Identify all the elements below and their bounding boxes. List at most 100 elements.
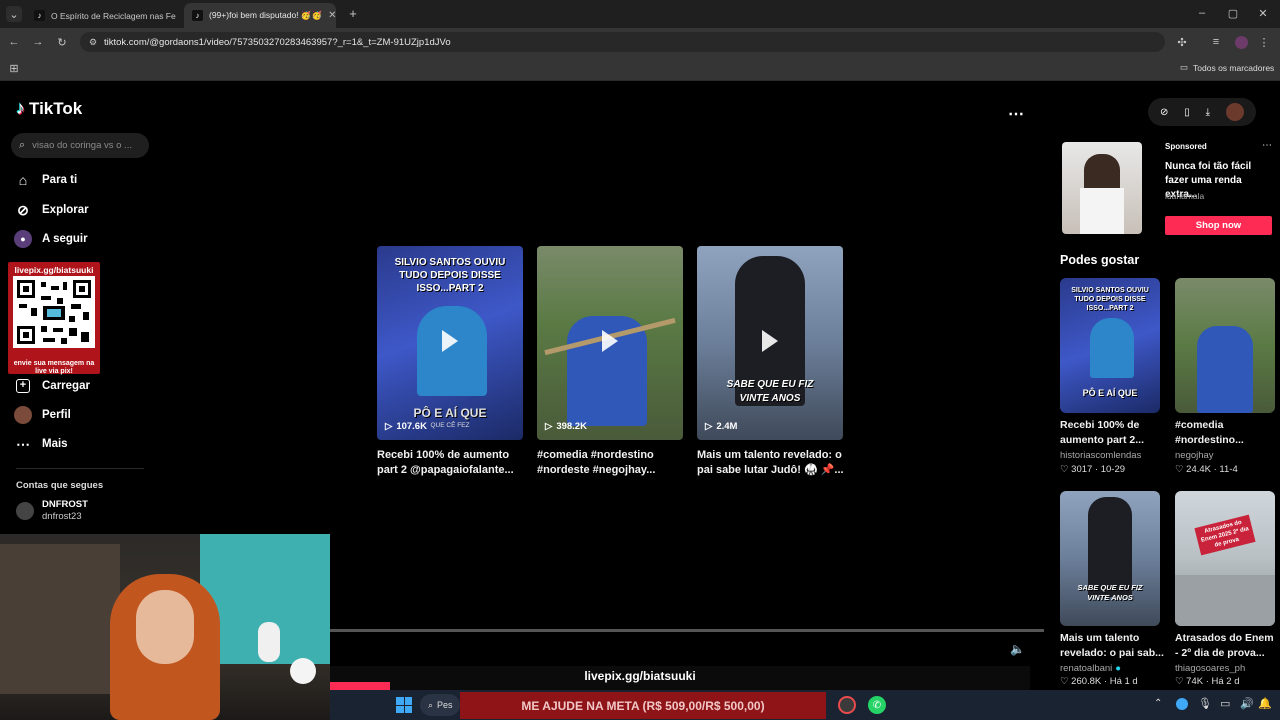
suggestion-caption[interactable]: Recebi 100% de aumento part 2... bbox=[1060, 418, 1165, 448]
tray-app-icon[interactable] bbox=[1176, 698, 1188, 710]
upload-icon: + bbox=[16, 379, 30, 393]
suggestion-user[interactable]: historiascomlendas bbox=[1060, 450, 1141, 461]
play-icon[interactable] bbox=[602, 330, 618, 352]
banner-accent bbox=[330, 682, 390, 690]
volume-icon[interactable]: 🔈 bbox=[1010, 642, 1025, 656]
all-bookmarks-button[interactable]: ▭ Todos os marcadores bbox=[1180, 62, 1274, 73]
speaker-icon[interactable]: 🔊 bbox=[1240, 697, 1254, 710]
video-caption[interactable]: Mais um talento revelado: o pai sabe lut… bbox=[697, 448, 847, 478]
video-progress-bar[interactable] bbox=[330, 629, 1044, 632]
suggestion-caption[interactable]: #comedia #nordestino... bbox=[1175, 418, 1280, 448]
new-tab-icon[interactable]: + bbox=[346, 6, 360, 21]
tiktok-logo[interactable]: ♪ TikTok bbox=[16, 98, 82, 119]
webcam-overlay bbox=[0, 534, 330, 720]
whatsapp-icon[interactable]: ✆ bbox=[868, 696, 886, 714]
search-icon: ⌕ bbox=[19, 139, 26, 151]
nav-para-ti[interactable]: ⌂ Para ti bbox=[14, 169, 77, 191]
video-person-shape bbox=[1197, 326, 1253, 413]
video-person-shape bbox=[1088, 497, 1132, 597]
window-close-icon[interactable]: ✕ bbox=[1256, 6, 1270, 20]
network-icon[interactable]: ▭ bbox=[1220, 697, 1230, 710]
suggestion-user[interactable]: renatoalbani ● bbox=[1060, 663, 1121, 674]
header-actions: ⊘ ▯ ⤓ bbox=[1148, 98, 1256, 126]
nav-a-seguir[interactable]: ● A seguir bbox=[14, 228, 88, 250]
verified-icon: ● bbox=[1115, 663, 1122, 674]
suggestion-thumb-1[interactable]: SILVIO SANTOS OUVIU TUDO DEPOIS DISSE IS… bbox=[1060, 278, 1160, 413]
video-card-1[interactable]: SILVIO SANTOS OUVIU TUDO DEPOIS DISSE IS… bbox=[377, 246, 523, 440]
suggestion-user[interactable]: negojhay bbox=[1175, 450, 1214, 461]
close-tab-icon[interactable]: ✕ bbox=[328, 10, 336, 21]
phone-icon[interactable]: ▯ bbox=[1184, 107, 1190, 118]
folder-icon: ▭ bbox=[1180, 62, 1189, 72]
video-caption[interactable]: #comedia #nordestino #nordeste #negojhay… bbox=[537, 448, 687, 478]
suggestion-stats: ♡ 260.8K · Há 1 d bbox=[1060, 676, 1138, 687]
profile-icon bbox=[14, 406, 32, 424]
suggestion-thumb-4[interactable]: Atrasados do Enem 2025 2º dia de prova bbox=[1175, 491, 1275, 626]
nav-mais[interactable]: ⋯ Mais bbox=[14, 433, 68, 455]
maximize-icon[interactable]: ▢ bbox=[1226, 6, 1240, 20]
play-icon[interactable] bbox=[442, 330, 458, 352]
download-icon[interactable]: ⤓ bbox=[1206, 107, 1210, 118]
ad-more-icon[interactable]: ⋯ bbox=[1262, 140, 1272, 151]
ad-user[interactable]: luanamala bbox=[1165, 191, 1204, 201]
browser-tab-bar: ⌄ ♪ O Espírito de Reciclagem nas Fe ✕ ♪ … bbox=[0, 0, 1280, 28]
nav-carregar[interactable]: + Carregar bbox=[14, 375, 90, 397]
tray-chevron-icon[interactable]: ⌃ bbox=[1154, 698, 1162, 709]
menu-dots-icon[interactable]: ⋮ bbox=[1258, 36, 1270, 49]
notification-bell-icon[interactable]: 🔔 bbox=[1258, 697, 1272, 710]
user-avatar[interactable] bbox=[1226, 103, 1244, 121]
skull-figure-shape bbox=[258, 622, 280, 662]
suggestion-stats: ♡ 74K · Há 2 d bbox=[1175, 676, 1240, 687]
video-card-2[interactable]: ▷ 398.2K bbox=[537, 246, 683, 440]
coins-icon[interactable]: ⊘ bbox=[1160, 107, 1168, 118]
compass-icon: ⊘ bbox=[17, 201, 29, 218]
site-info-icon[interactable]: ⚙ bbox=[87, 36, 99, 48]
ad-thumbnail[interactable] bbox=[1062, 142, 1142, 234]
minimize-icon[interactable]: – bbox=[1195, 6, 1209, 20]
apps-grid-icon[interactable]: ⊞ bbox=[8, 62, 20, 75]
tiktok-note-icon: ♪ bbox=[16, 98, 25, 118]
tab-search-icon[interactable]: ⌄ bbox=[6, 6, 22, 22]
play-count-icon: ▷ bbox=[385, 421, 393, 432]
suggestion-stats: ♡ 24.4K · 11-4 bbox=[1175, 464, 1238, 475]
divider bbox=[16, 468, 144, 469]
tab-active[interactable]: ♪ (99+)foi bem disputado! 🥳🥳 ✕ bbox=[184, 3, 336, 28]
following-title: Contas que segues bbox=[16, 480, 104, 491]
address-bar[interactable]: ⚙ tiktok.com/@gordaons1/video/7573503270… bbox=[80, 32, 1165, 52]
suggestion-caption[interactable]: Mais um talento revelado: o pai sab... bbox=[1060, 631, 1172, 661]
suggestion-thumb-3[interactable]: SABE QUE EU FIZ VINTE ANOS bbox=[1060, 491, 1160, 626]
lamp-shape bbox=[290, 658, 316, 684]
livepix-banner: livepix.gg/biatsuuki bbox=[330, 666, 1030, 690]
microphone-icon[interactable]: 🎙 bbox=[1198, 697, 1212, 710]
following-account[interactable]: DNFROST dnfrost23 bbox=[16, 499, 88, 523]
nav-explorar[interactable]: ⊘ Explorar bbox=[14, 199, 89, 221]
suggestion-user[interactable]: thiagosoares_ph bbox=[1175, 663, 1245, 674]
home-icon: ⌂ bbox=[18, 172, 28, 188]
tab-reciclagem[interactable]: ♪ O Espírito de Reciclagem nas Fe ✕ bbox=[26, 3, 178, 28]
bookmarks-bar: ⊞ ▭ Todos os marcadores bbox=[0, 56, 1280, 81]
profile-avatar[interactable] bbox=[1235, 36, 1248, 49]
shop-now-button[interactable]: Shop now bbox=[1165, 216, 1272, 235]
video-card-3[interactable]: SABE QUE EU FIZ VINTE ANOS ▷ 2.4M bbox=[697, 246, 843, 440]
play-count-icon: ▷ bbox=[705, 421, 713, 432]
reload-icon[interactable]: ↻ bbox=[56, 36, 68, 49]
search-icon: ⌕ bbox=[428, 699, 434, 710]
nav-perfil[interactable]: Perfil bbox=[14, 404, 71, 426]
suggestion-thumb-2[interactable] bbox=[1175, 278, 1275, 413]
obs-icon[interactable] bbox=[838, 696, 856, 714]
play-icon[interactable] bbox=[762, 330, 778, 352]
search-input[interactable]: ⌕ visao do coringa vs o ... bbox=[11, 133, 149, 158]
street-shape bbox=[1175, 575, 1275, 626]
suggestion-caption[interactable]: Atrasados do Enem - 2º dia de prova... bbox=[1175, 631, 1280, 661]
more-options-icon[interactable]: ⋯ bbox=[1008, 104, 1024, 124]
windows-start-icon[interactable] bbox=[396, 697, 412, 713]
livepix-qr-overlay: livepix.gg/biatsuuki envie sua mensagem … bbox=[8, 262, 100, 375]
suggestion-stats: ♡ 3017 · 10-29 bbox=[1060, 464, 1126, 475]
reading-list-icon[interactable]: ≡ bbox=[1210, 36, 1222, 48]
extensions-icon[interactable]: ✣ bbox=[1176, 36, 1188, 49]
back-icon[interactable]: ← bbox=[8, 36, 20, 48]
taskbar-search[interactable]: ⌕ Pes bbox=[420, 694, 460, 716]
avatar bbox=[16, 502, 34, 520]
video-caption[interactable]: Recebi 100% de aumento part 2 @papagaiof… bbox=[377, 448, 527, 478]
forward-icon[interactable]: → bbox=[32, 36, 44, 48]
